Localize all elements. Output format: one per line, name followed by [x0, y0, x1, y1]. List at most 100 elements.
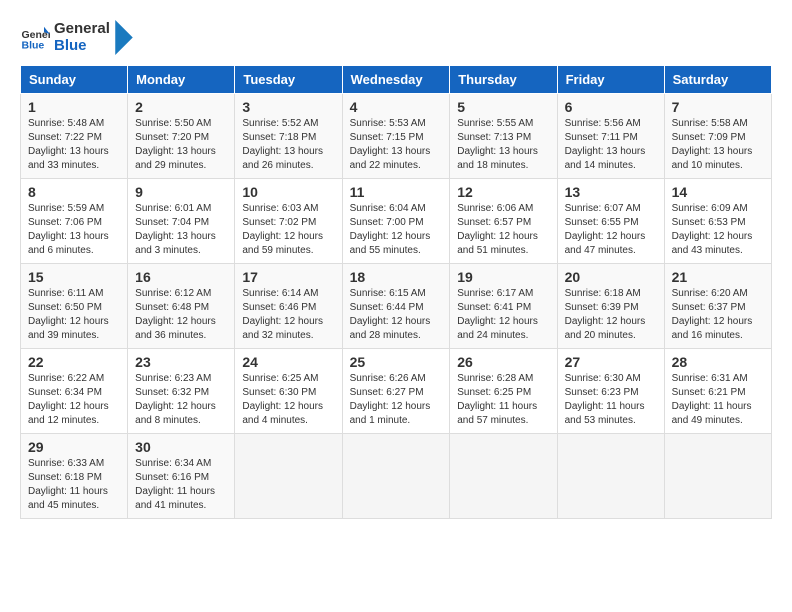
- calendar-cell: 19 Sunrise: 6:17 AM Sunset: 6:41 PM Dayl…: [450, 264, 557, 349]
- calendar-cell: 5 Sunrise: 5:55 AM Sunset: 7:13 PM Dayli…: [450, 94, 557, 179]
- calendar-cell: 26 Sunrise: 6:28 AM Sunset: 6:25 PM Dayl…: [450, 349, 557, 434]
- calendar-cell: 23 Sunrise: 6:23 AM Sunset: 6:32 PM Dayl…: [128, 349, 235, 434]
- day-number: 19: [457, 269, 549, 285]
- page-header: General Blue General Blue: [20, 20, 772, 55]
- col-monday: Monday: [128, 66, 235, 94]
- calendar-cell: 2 Sunrise: 5:50 AM Sunset: 7:20 PM Dayli…: [128, 94, 235, 179]
- day-info: Sunrise: 6:23 AM Sunset: 6:32 PM Dayligh…: [135, 372, 227, 428]
- day-info: Sunrise: 5:50 AM Sunset: 7:20 PM Dayligh…: [135, 117, 227, 173]
- day-number: 25: [350, 354, 443, 370]
- day-info: Sunrise: 6:31 AM Sunset: 6:21 PM Dayligh…: [672, 372, 764, 428]
- day-number: 2: [135, 99, 227, 115]
- calendar-cell: 22 Sunrise: 6:22 AM Sunset: 6:34 PM Dayl…: [21, 349, 128, 434]
- calendar-cell: [235, 434, 342, 519]
- day-number: 28: [672, 354, 764, 370]
- day-info: Sunrise: 6:34 AM Sunset: 6:16 PM Dayligh…: [135, 457, 227, 513]
- calendar-cell: [664, 434, 771, 519]
- day-info: Sunrise: 6:07 AM Sunset: 6:55 PM Dayligh…: [565, 202, 657, 258]
- day-number: 29: [28, 439, 120, 455]
- col-tuesday: Tuesday: [235, 66, 342, 94]
- calendar-cell: 1 Sunrise: 5:48 AM Sunset: 7:22 PM Dayli…: [21, 94, 128, 179]
- calendar-cell: 16 Sunrise: 6:12 AM Sunset: 6:48 PM Dayl…: [128, 264, 235, 349]
- day-info: Sunrise: 6:17 AM Sunset: 6:41 PM Dayligh…: [457, 287, 549, 343]
- day-info: Sunrise: 6:14 AM Sunset: 6:46 PM Dayligh…: [242, 287, 334, 343]
- logo-blue: Blue: [54, 38, 110, 55]
- calendar-cell: 9 Sunrise: 6:01 AM Sunset: 7:04 PM Dayli…: [128, 179, 235, 264]
- day-info: Sunrise: 6:03 AM Sunset: 7:02 PM Dayligh…: [242, 202, 334, 258]
- day-info: Sunrise: 6:18 AM Sunset: 6:39 PM Dayligh…: [565, 287, 657, 343]
- day-info: Sunrise: 5:59 AM Sunset: 7:06 PM Dayligh…: [28, 202, 120, 258]
- logo-icon: General Blue: [20, 23, 50, 53]
- col-friday: Friday: [557, 66, 664, 94]
- calendar-cell: 17 Sunrise: 6:14 AM Sunset: 6:46 PM Dayl…: [235, 264, 342, 349]
- calendar-cell: 27 Sunrise: 6:30 AM Sunset: 6:23 PM Dayl…: [557, 349, 664, 434]
- day-number: 18: [350, 269, 443, 285]
- calendar-cell: 28 Sunrise: 6:31 AM Sunset: 6:21 PM Dayl…: [664, 349, 771, 434]
- day-info: Sunrise: 5:56 AM Sunset: 7:11 PM Dayligh…: [565, 117, 657, 173]
- day-number: 12: [457, 184, 549, 200]
- day-number: 17: [242, 269, 334, 285]
- day-number: 23: [135, 354, 227, 370]
- calendar-cell: 13 Sunrise: 6:07 AM Sunset: 6:55 PM Dayl…: [557, 179, 664, 264]
- calendar-cell: [557, 434, 664, 519]
- day-info: Sunrise: 5:52 AM Sunset: 7:18 PM Dayligh…: [242, 117, 334, 173]
- day-info: Sunrise: 6:30 AM Sunset: 6:23 PM Dayligh…: [565, 372, 657, 428]
- day-number: 26: [457, 354, 549, 370]
- day-number: 4: [350, 99, 443, 115]
- day-number: 10: [242, 184, 334, 200]
- calendar-cell: 3 Sunrise: 5:52 AM Sunset: 7:18 PM Dayli…: [235, 94, 342, 179]
- calendar-cell: 11 Sunrise: 6:04 AM Sunset: 7:00 PM Dayl…: [342, 179, 450, 264]
- calendar-week-row: 8 Sunrise: 5:59 AM Sunset: 7:06 PM Dayli…: [21, 179, 772, 264]
- logo: General Blue General Blue: [20, 20, 134, 55]
- calendar-week-row: 22 Sunrise: 6:22 AM Sunset: 6:34 PM Dayl…: [21, 349, 772, 434]
- day-number: 1: [28, 99, 120, 115]
- day-info: Sunrise: 6:09 AM Sunset: 6:53 PM Dayligh…: [672, 202, 764, 258]
- day-info: Sunrise: 6:06 AM Sunset: 6:57 PM Dayligh…: [457, 202, 549, 258]
- day-number: 24: [242, 354, 334, 370]
- calendar-header-row: Sunday Monday Tuesday Wednesday Thursday…: [21, 66, 772, 94]
- day-number: 8: [28, 184, 120, 200]
- calendar-cell: [342, 434, 450, 519]
- day-info: Sunrise: 5:58 AM Sunset: 7:09 PM Dayligh…: [672, 117, 764, 173]
- day-info: Sunrise: 6:11 AM Sunset: 6:50 PM Dayligh…: [28, 287, 120, 343]
- calendar-cell: 8 Sunrise: 5:59 AM Sunset: 7:06 PM Dayli…: [21, 179, 128, 264]
- calendar-week-row: 15 Sunrise: 6:11 AM Sunset: 6:50 PM Dayl…: [21, 264, 772, 349]
- day-number: 5: [457, 99, 549, 115]
- calendar-cell: 30 Sunrise: 6:34 AM Sunset: 6:16 PM Dayl…: [128, 434, 235, 519]
- day-number: 3: [242, 99, 334, 115]
- logo-arrow-icon: [114, 20, 134, 55]
- calendar-cell: 24 Sunrise: 6:25 AM Sunset: 6:30 PM Dayl…: [235, 349, 342, 434]
- calendar-week-row: 29 Sunrise: 6:33 AM Sunset: 6:18 PM Dayl…: [21, 434, 772, 519]
- col-sunday: Sunday: [21, 66, 128, 94]
- calendar-cell: 20 Sunrise: 6:18 AM Sunset: 6:39 PM Dayl…: [557, 264, 664, 349]
- day-number: 9: [135, 184, 227, 200]
- calendar-cell: 6 Sunrise: 5:56 AM Sunset: 7:11 PM Dayli…: [557, 94, 664, 179]
- day-number: 7: [672, 99, 764, 115]
- col-saturday: Saturday: [664, 66, 771, 94]
- calendar-cell: 25 Sunrise: 6:26 AM Sunset: 6:27 PM Dayl…: [342, 349, 450, 434]
- day-number: 22: [28, 354, 120, 370]
- calendar-cell: [450, 434, 557, 519]
- day-info: Sunrise: 5:53 AM Sunset: 7:15 PM Dayligh…: [350, 117, 443, 173]
- calendar-cell: 29 Sunrise: 6:33 AM Sunset: 6:18 PM Dayl…: [21, 434, 128, 519]
- calendar-cell: 14 Sunrise: 6:09 AM Sunset: 6:53 PM Dayl…: [664, 179, 771, 264]
- day-number: 16: [135, 269, 227, 285]
- calendar-body: 1 Sunrise: 5:48 AM Sunset: 7:22 PM Dayli…: [21, 94, 772, 519]
- calendar-cell: 12 Sunrise: 6:06 AM Sunset: 6:57 PM Dayl…: [450, 179, 557, 264]
- day-info: Sunrise: 6:20 AM Sunset: 6:37 PM Dayligh…: [672, 287, 764, 343]
- calendar-cell: 4 Sunrise: 5:53 AM Sunset: 7:15 PM Dayli…: [342, 94, 450, 179]
- calendar-week-row: 1 Sunrise: 5:48 AM Sunset: 7:22 PM Dayli…: [21, 94, 772, 179]
- col-thursday: Thursday: [450, 66, 557, 94]
- day-number: 6: [565, 99, 657, 115]
- logo-general: General: [54, 21, 110, 38]
- day-info: Sunrise: 5:55 AM Sunset: 7:13 PM Dayligh…: [457, 117, 549, 173]
- day-info: Sunrise: 6:28 AM Sunset: 6:25 PM Dayligh…: [457, 372, 549, 428]
- day-number: 13: [565, 184, 657, 200]
- col-wednesday: Wednesday: [342, 66, 450, 94]
- day-number: 27: [565, 354, 657, 370]
- day-info: Sunrise: 6:33 AM Sunset: 6:18 PM Dayligh…: [28, 457, 120, 513]
- day-info: Sunrise: 6:22 AM Sunset: 6:34 PM Dayligh…: [28, 372, 120, 428]
- calendar-cell: 7 Sunrise: 5:58 AM Sunset: 7:09 PM Dayli…: [664, 94, 771, 179]
- day-number: 30: [135, 439, 227, 455]
- day-info: Sunrise: 6:26 AM Sunset: 6:27 PM Dayligh…: [350, 372, 443, 428]
